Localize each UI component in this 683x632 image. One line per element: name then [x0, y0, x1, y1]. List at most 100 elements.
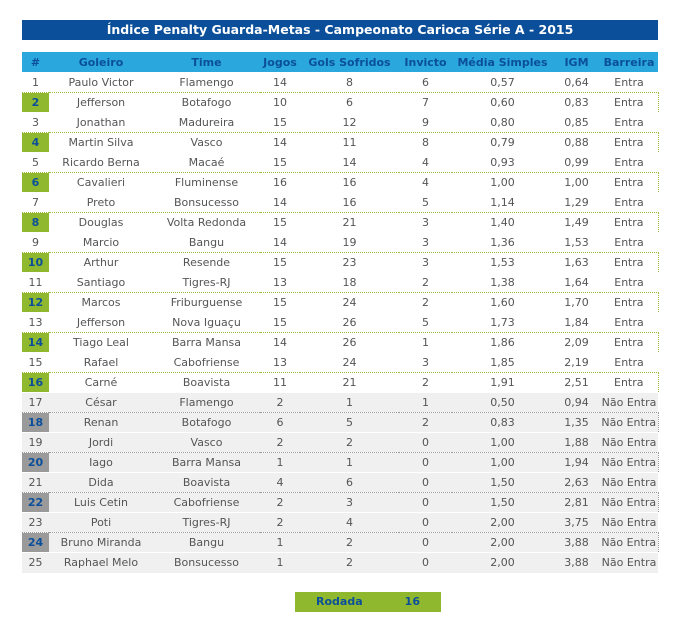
cell-rank: 25	[22, 552, 49, 573]
cell-invicto: 3	[399, 352, 452, 373]
cell-goleiro: Paulo Victor	[49, 72, 153, 93]
cell-igm: 1,29	[553, 192, 600, 213]
cell-rank: 4	[22, 132, 49, 153]
cell-jogos: 14	[260, 132, 300, 153]
cell-jogos: 4	[260, 472, 300, 493]
cell-invicto: 0	[399, 552, 452, 573]
cell-igm: 1,53	[553, 232, 600, 253]
cell-jogos: 15	[260, 152, 300, 173]
cell-jogos: 2	[260, 392, 300, 413]
cell-igm: 1,49	[553, 212, 600, 233]
cell-igm: 2,51	[553, 372, 600, 393]
cell-goleiro: Jonathan	[49, 112, 153, 133]
cell-goleiro: Marcio	[49, 232, 153, 253]
cell-media-simples: 1,00	[452, 432, 553, 453]
cell-gols-sofridos: 21	[300, 372, 399, 393]
cell-goleiro: Santiago	[49, 272, 153, 293]
cell-media-simples: 1,53	[452, 252, 553, 273]
cell-media-simples: 2,00	[452, 532, 553, 553]
cell-goleiro: Preto	[49, 192, 153, 213]
cell-invicto: 1	[399, 392, 452, 413]
cell-barreira: Não Entra	[600, 552, 658, 573]
col-header-gols-sofridos[interactable]: Gols Sofridos	[300, 52, 399, 73]
cell-jogos: 1	[260, 552, 300, 573]
col-header-rank[interactable]: #	[22, 52, 49, 73]
cell-barreira: Entra	[600, 232, 658, 253]
cell-gols-sofridos: 6	[300, 472, 399, 493]
cell-barreira: Entra	[600, 312, 658, 333]
col-header-goleiro[interactable]: Goleiro	[49, 52, 153, 73]
cell-invicto: 2	[399, 292, 452, 313]
cell-media-simples: 0,80	[452, 112, 553, 133]
cell-invicto: 3	[399, 232, 452, 253]
cell-goleiro: Tiago Leal	[49, 332, 153, 353]
cell-barreira: Entra	[600, 292, 659, 313]
cell-jogos: 14	[260, 332, 300, 353]
col-header-igm[interactable]: IGM	[553, 52, 600, 73]
cell-rank: 3	[22, 112, 49, 133]
cell-time: Tigres-RJ	[153, 512, 260, 533]
cell-invicto: 3	[399, 252, 452, 273]
cell-barreira: Não Entra	[600, 512, 658, 533]
table-body: 1 Paulo Victor Flamengo 14 8 6 0,57 0,64 Entra 2 J…	[22, 72, 659, 573]
cell-gols-sofridos: 26	[300, 312, 399, 333]
cell-igm: 2,19	[553, 352, 600, 373]
cell-barreira: Entra	[600, 212, 659, 233]
cell-igm: 1,63	[553, 252, 600, 273]
col-header-jogos[interactable]: Jogos	[260, 52, 300, 73]
cell-goleiro: Jefferson	[49, 312, 153, 333]
cell-media-simples: 1,91	[452, 372, 553, 393]
cell-goleiro: Luis Cetin	[49, 492, 153, 513]
cell-media-simples: 0,50	[452, 392, 553, 413]
table-row: 8 Douglas Volta Redonda 15 21 3 1,40 1,49 Entra	[22, 212, 659, 233]
cell-gols-sofridos: 24	[300, 292, 399, 313]
table-row: 17 César Flamengo 2 1 1 0,50 0,94 Não Entra	[22, 392, 658, 413]
cell-invicto: 4	[399, 172, 452, 193]
cell-time: Vasco	[153, 432, 260, 453]
cell-rank: 12	[22, 292, 49, 313]
cell-gols-sofridos: 2	[300, 532, 399, 553]
cell-jogos: 14	[260, 232, 300, 253]
cell-media-simples: 1,85	[452, 352, 553, 373]
cell-igm: 3,88	[553, 552, 600, 573]
cell-gols-sofridos: 26	[300, 332, 399, 353]
table-row: 6 Cavalieri Fluminense 16 16 4 1,00 1,00 Entra	[22, 172, 659, 193]
cell-rank: 13	[22, 312, 49, 333]
col-header-time[interactable]: Time	[153, 52, 260, 73]
cell-igm: 1,88	[553, 432, 600, 453]
cell-goleiro: Douglas	[49, 212, 153, 233]
cell-invicto: 0	[399, 492, 452, 513]
cell-jogos: 1	[260, 452, 300, 473]
cell-jogos: 14	[260, 192, 300, 213]
cell-media-simples: 2,00	[452, 552, 553, 573]
cell-igm: 2,63	[553, 472, 600, 493]
cell-jogos: 13	[260, 272, 300, 293]
cell-invicto: 8	[399, 132, 452, 153]
cell-barreira: Não Entra	[600, 392, 658, 413]
table-row: 10 Arthur Resende 15 23 3 1,53 1,63 Entra	[22, 252, 659, 273]
cell-barreira: Não Entra	[600, 412, 659, 433]
page-title: Índice Penalty Guarda-Metas - Campeonato…	[22, 20, 658, 40]
table-row: 13 Jefferson Nova Iguaçu 15 26 5 1,73 1,84 Entra	[22, 312, 658, 333]
cell-igm: 1,70	[553, 292, 600, 313]
cell-gols-sofridos: 18	[300, 272, 399, 293]
col-header-barreira[interactable]: Barreira	[600, 52, 658, 73]
cell-goleiro: Cavalieri	[49, 172, 153, 193]
cell-rank: 11	[22, 272, 49, 293]
cell-goleiro: Arthur	[49, 252, 153, 273]
cell-gols-sofridos: 2	[300, 432, 399, 453]
col-header-invicto[interactable]: Invicto	[399, 52, 452, 73]
cell-rank: 21	[22, 472, 49, 493]
cell-igm: 2,81	[553, 492, 600, 513]
cell-goleiro: Renan	[49, 412, 153, 433]
round-indicator: Rodada 16	[295, 592, 441, 612]
cell-gols-sofridos: 1	[300, 392, 399, 413]
cell-media-simples: 0,93	[452, 152, 553, 173]
col-header-media-simples[interactable]: Média Simples	[452, 52, 553, 73]
cell-gols-sofridos: 12	[300, 112, 399, 133]
cell-media-simples: 1,60	[452, 292, 553, 313]
cell-gols-sofridos: 3	[300, 492, 399, 513]
table-row: 5 Ricardo Berna Macaé 15 14 4 0,93 0,99 Entra	[22, 152, 658, 173]
cell-rank: 9	[22, 232, 49, 253]
cell-media-simples: 0,60	[452, 92, 553, 113]
